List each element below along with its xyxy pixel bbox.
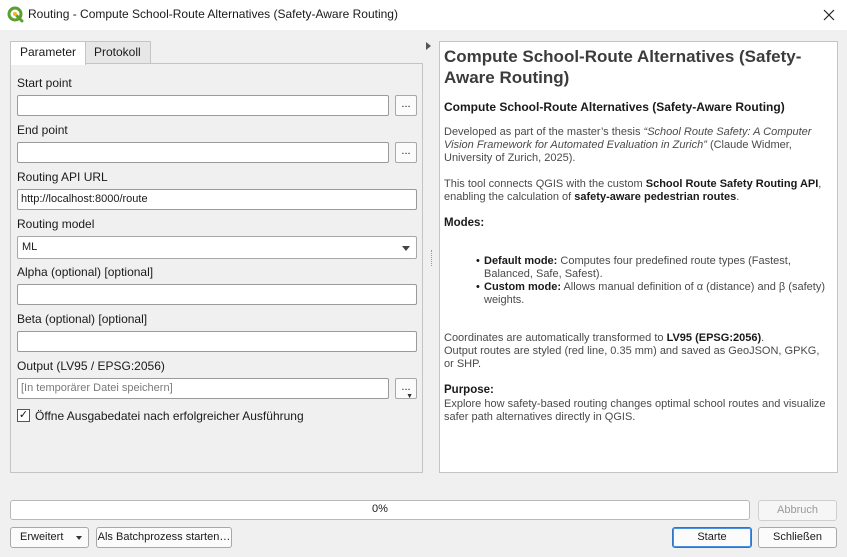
alpha-input[interactable] [17, 284, 417, 305]
chevron-down-icon: ▼ [406, 393, 413, 400]
routing-model-value: ML [22, 241, 38, 253]
open-output-label: Öffne Ausgabedatei nach erfolgreicher Au… [35, 409, 304, 423]
title-bar: Routing - Compute School-Route Alternati… [0, 0, 847, 30]
api-url-label: Routing API URL [17, 170, 108, 184]
output-input[interactable]: [In temporärer Datei speichern] [17, 378, 389, 399]
routing-model-label: Routing model [17, 217, 95, 231]
routing-model-select[interactable]: ML [17, 236, 417, 259]
chevron-down-icon [76, 536, 82, 540]
list-item: • Default mode: Computes four predefined … [476, 255, 791, 280]
alpha-label: Alpha (optional) [optional] [17, 265, 154, 279]
output-browse-button[interactable]: ... ▼ [395, 378, 417, 400]
start-point-browse-button[interactable]: ... [395, 95, 417, 116]
chevron-down-icon [402, 246, 410, 251]
progress-label: 0% [372, 503, 388, 515]
output-label: Output (LV95 / EPSG:2056) [17, 359, 165, 373]
beta-label: Beta (optional) [optional] [17, 312, 148, 326]
tab-protokoll[interactable]: Protokoll [84, 41, 151, 64]
end-point-input[interactable] [17, 142, 389, 163]
help-modes-list: • Default mode: Computes four predefined … [476, 255, 830, 307]
close-button[interactable]: Schließen [758, 527, 837, 548]
api-url-input[interactable]: http://localhost:8000/route [17, 189, 417, 210]
end-point-browse-button[interactable]: ... [395, 142, 417, 163]
help-subtitle: Compute School-Route Alternatives (Safet… [444, 100, 785, 114]
start-point-label: Start point [17, 76, 72, 90]
help-thesis-text: Developed as part of the master’s thesis… [444, 126, 812, 164]
collapse-arrow-icon[interactable] [426, 42, 431, 50]
start-point-input[interactable] [17, 95, 389, 116]
tab-parameter[interactable]: Parameter [10, 41, 87, 65]
help-panel: Compute School-Route Alternatives (Safet… [439, 41, 838, 473]
start-button[interactable]: Starte [672, 527, 752, 548]
help-purpose-text: Explore how safety-based routing changes… [444, 398, 826, 423]
help-coords-text: Coordinates are automatically transforme… [444, 332, 820, 370]
window-title: Routing - Compute School-Route Alternati… [28, 7, 398, 21]
help-purpose-heading: Purpose: [444, 384, 494, 396]
list-item: • Custom mode: Allows manual definition o… [476, 281, 825, 306]
help-connects-text: This tool connects QGIS with the custom … [444, 178, 822, 203]
beta-input[interactable] [17, 331, 417, 352]
end-point-label: End point [17, 123, 68, 137]
help-title: Compute School-Route Alternatives (Safet… [444, 47, 802, 87]
progress-bar: 0% [10, 500, 750, 520]
close-icon[interactable] [817, 4, 841, 26]
cancel-button[interactable]: Abbruch [758, 500, 837, 521]
advanced-button[interactable]: Erweitert [10, 527, 89, 548]
splitter-handle[interactable] [431, 250, 433, 266]
qgis-logo-icon [7, 6, 24, 23]
parameters-panel: Start point ... End point ... Routing AP… [10, 63, 423, 473]
batch-process-button[interactable]: Als Batchprozess starten… [96, 527, 232, 548]
help-modes-heading: Modes: [444, 217, 485, 229]
open-output-checkbox[interactable]: ✓ [17, 409, 30, 422]
